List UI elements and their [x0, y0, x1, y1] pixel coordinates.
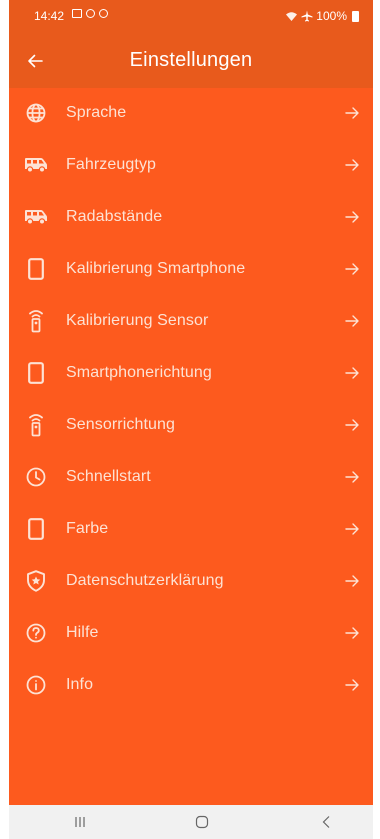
battery-icon: [352, 10, 359, 22]
circle-badge-icon: [86, 9, 95, 18]
settings-item-sprache[interactable]: Sprache: [9, 88, 373, 140]
settings-item-label: Radabstände: [66, 208, 163, 225]
settings-item-kalibrierung-smartphone[interactable]: Kalibrierung Smartphone: [9, 244, 373, 296]
settings-item-label: Hilfe: [66, 624, 99, 641]
settings-item-datenschutzerklaerung[interactable]: Datenschutzerklärung: [9, 556, 373, 608]
notification-icons: [72, 9, 108, 18]
arrow-right-icon: [341, 674, 363, 696]
settings-item-label: Kalibrierung Smartphone: [66, 260, 246, 277]
arrow-right-icon: [341, 258, 363, 280]
wifi-icon: [286, 11, 298, 21]
settings-item-smartphonerichtung[interactable]: Smartphonerichtung: [9, 348, 373, 400]
gallery-icon: [72, 9, 82, 18]
back-icon: [322, 816, 330, 828]
recents-button[interactable]: [65, 811, 95, 833]
settings-item-kalibrierung-sensor[interactable]: Kalibrierung Sensor: [9, 296, 373, 348]
settings-item-label: Kalibrierung Sensor: [66, 312, 209, 329]
sensor-icon: [23, 308, 49, 334]
system-nav-bar: [9, 805, 373, 839]
arrow-right-icon: [341, 570, 363, 592]
status-time: 14:42: [34, 9, 65, 23]
app-bar: Einstellungen: [9, 34, 373, 88]
arrow-right-icon: [341, 362, 363, 384]
arrow-right-icon: [341, 414, 363, 436]
arrow-right-icon: [341, 622, 363, 644]
phone-screen: 14:42 100% Einstellungen Sprache Fahrzeu…: [9, 0, 373, 839]
nav-back-button[interactable]: [311, 811, 341, 833]
smartphone-icon: [23, 360, 49, 386]
settings-item-label: Sensorrichtung: [66, 416, 176, 433]
arrow-right-icon: [341, 206, 363, 228]
globe-icon: [23, 100, 49, 126]
settings-item-sensorrichtung[interactable]: Sensorrichtung: [9, 400, 373, 452]
arrow-right-icon: [341, 154, 363, 176]
shield-star-icon: [23, 568, 49, 594]
settings-item-label: Datenschutzerklärung: [66, 572, 224, 589]
settings-item-label: Fahrzeugtyp: [66, 156, 157, 173]
battery-percent: 100%: [316, 9, 347, 23]
page-title: Einstellungen: [129, 49, 253, 71]
arrow-right-icon: [341, 102, 363, 124]
airplane-icon: [301, 10, 313, 22]
home-icon: [195, 815, 209, 829]
arrow-right-icon: [341, 466, 363, 488]
help-circle-icon: [23, 620, 49, 646]
vehicle-icon: [23, 204, 49, 230]
circle-badge-icon: [99, 9, 108, 18]
settings-item-label: Info: [66, 676, 94, 693]
sensor-icon: [23, 412, 49, 438]
settings-item-radabstaende[interactable]: Radabstände: [9, 192, 373, 244]
settings-item-info[interactable]: Info: [9, 660, 373, 712]
settings-item-hilfe[interactable]: Hilfe: [9, 608, 373, 660]
status-bar: 14:42 100%: [9, 0, 373, 34]
arrow-right-icon: [341, 518, 363, 540]
arrow-right-icon: [341, 310, 363, 332]
info-circle-icon: [23, 672, 49, 698]
settings-item-label: Sprache: [66, 104, 127, 121]
clock-icon: [23, 464, 49, 490]
settings-item-fahrzeugtyp[interactable]: Fahrzeugtyp: [9, 140, 373, 192]
settings-item-farbe[interactable]: Farbe: [9, 504, 373, 556]
vehicle-icon: [23, 152, 49, 178]
settings-list: Sprache Fahrzeugtyp Radabstände Kalibrie…: [9, 88, 373, 805]
smartphone-icon: [23, 516, 49, 542]
system-status-icons: 100%: [285, 9, 359, 23]
recents-icon: [75, 817, 85, 827]
settings-item-label: Smartphonerichtung: [66, 364, 212, 381]
settings-item-schnellstart[interactable]: Schnellstart: [9, 452, 373, 504]
settings-item-label: Schnellstart: [66, 468, 151, 485]
settings-item-label: Farbe: [66, 520, 109, 537]
home-button[interactable]: [187, 811, 217, 833]
smartphone-icon: [23, 256, 49, 282]
